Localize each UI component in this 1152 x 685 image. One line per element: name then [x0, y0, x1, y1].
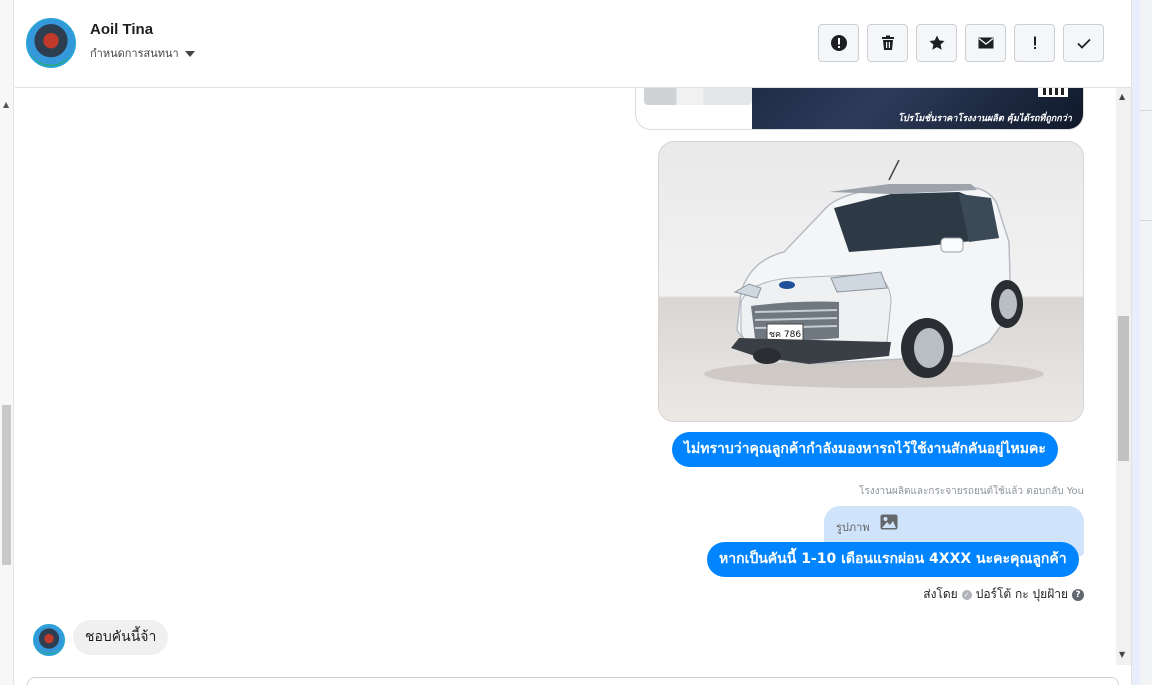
scrollbar-thumb[interactable] [1118, 316, 1129, 461]
important-button[interactable] [1014, 24, 1055, 62]
help-icon[interactable]: ? [1072, 588, 1084, 601]
quoted-message-label: รูปภาพ [836, 521, 870, 534]
sent-by-name[interactable]: ปอร์โต้ กะ ปุยฝ้าย [976, 585, 1068, 604]
contact-name[interactable]: Aoil Tina [90, 21, 153, 38]
panel-divider [1140, 220, 1152, 221]
qr-code-icon [1038, 88, 1068, 97]
check-icon [1076, 38, 1091, 49]
star-icon [929, 35, 944, 50]
messenger-page: ▲ Aoil Tina กำหนดการสนทนา โปรโมชั่นราคาโ… [0, 0, 1152, 685]
scrollbar-thumb[interactable] [2, 405, 11, 565]
caret-down-icon [184, 51, 195, 57]
mail-icon [978, 37, 993, 49]
conversation-settings-label: กำหนดการสนทนา [90, 47, 179, 60]
license-plate-text: ชค 786 [769, 330, 801, 340]
panel-divider [1140, 110, 1152, 111]
mark-done-button[interactable] [1063, 24, 1104, 62]
report-button[interactable] [818, 24, 859, 62]
conversation-header: Aoil Tina กำหนดการสนทนา [15, 0, 1131, 88]
message-composer[interactable] [27, 677, 1119, 685]
contact-avatar[interactable] [26, 18, 76, 68]
report-icon [830, 35, 847, 51]
conversation-toolbar [818, 24, 1104, 62]
star-button[interactable] [916, 24, 957, 62]
panel-strip [1132, 0, 1140, 685]
white-suv-image: ชค 786 [704, 159, 1044, 388]
cars-thumbnail [644, 88, 752, 105]
sender-avatar[interactable] [33, 624, 65, 656]
verified-icon: ✓ [961, 589, 972, 600]
right-panel [1131, 0, 1152, 685]
outgoing-message[interactable]: ไม่ทราบว่าคุณลูกค้ากำลังมองหารถไว้ใช้งาน… [672, 432, 1058, 467]
conversation-scrollbar[interactable]: ▲ ▼ [1116, 88, 1131, 665]
trash-icon [881, 35, 894, 50]
delete-button[interactable] [867, 24, 908, 62]
promo-text: โปรโมชั่นราคาโรงงานผลิต คุ้มได้รถที่ถูกก… [898, 114, 1072, 124]
incoming-message[interactable]: ชอบคันนี้จ้า [73, 620, 169, 655]
mark-unread-button[interactable] [965, 24, 1006, 62]
sent-by-prefix: ส่งโดย [923, 587, 958, 601]
scroll-up-arrow-icon[interactable]: ▲ [3, 100, 9, 109]
conversation-settings-dropdown[interactable]: กำหนดการสนทนา [90, 44, 195, 62]
scroll-down-arrow-icon[interactable]: ▼ [1119, 650, 1125, 659]
outgoing-message[interactable]: หากเป็นคันนี้ 1-10 เดือนแรกผ่อน 4XXX นะค… [707, 542, 1079, 577]
conversation-thread[interactable]: โปรโมชั่นราคาโรงงานผลิต คุ้มได้รถที่ถูกก… [15, 88, 1116, 665]
scroll-up-arrow-icon[interactable]: ▲ [1119, 92, 1125, 101]
car-photo-attachment[interactable]: ชค 786 [658, 141, 1084, 422]
sent-by-row: ส่งโดย ✓ ปอร์โต้ กะ ปุยฝ้าย ? [923, 585, 1084, 604]
left-scrollbar[interactable]: ▲ [0, 0, 14, 685]
promo-image-attachment[interactable]: โปรโมชั่นราคาโรงงานผลิต คุ้มได้รถที่ถูกก… [635, 88, 1084, 130]
image-icon [880, 514, 898, 530]
reply-context-note: โรงงานผลิตและกระจายรถยนต์ใช้แล้ว ตอบกลับ… [859, 486, 1084, 497]
important-icon [1033, 36, 1036, 49]
